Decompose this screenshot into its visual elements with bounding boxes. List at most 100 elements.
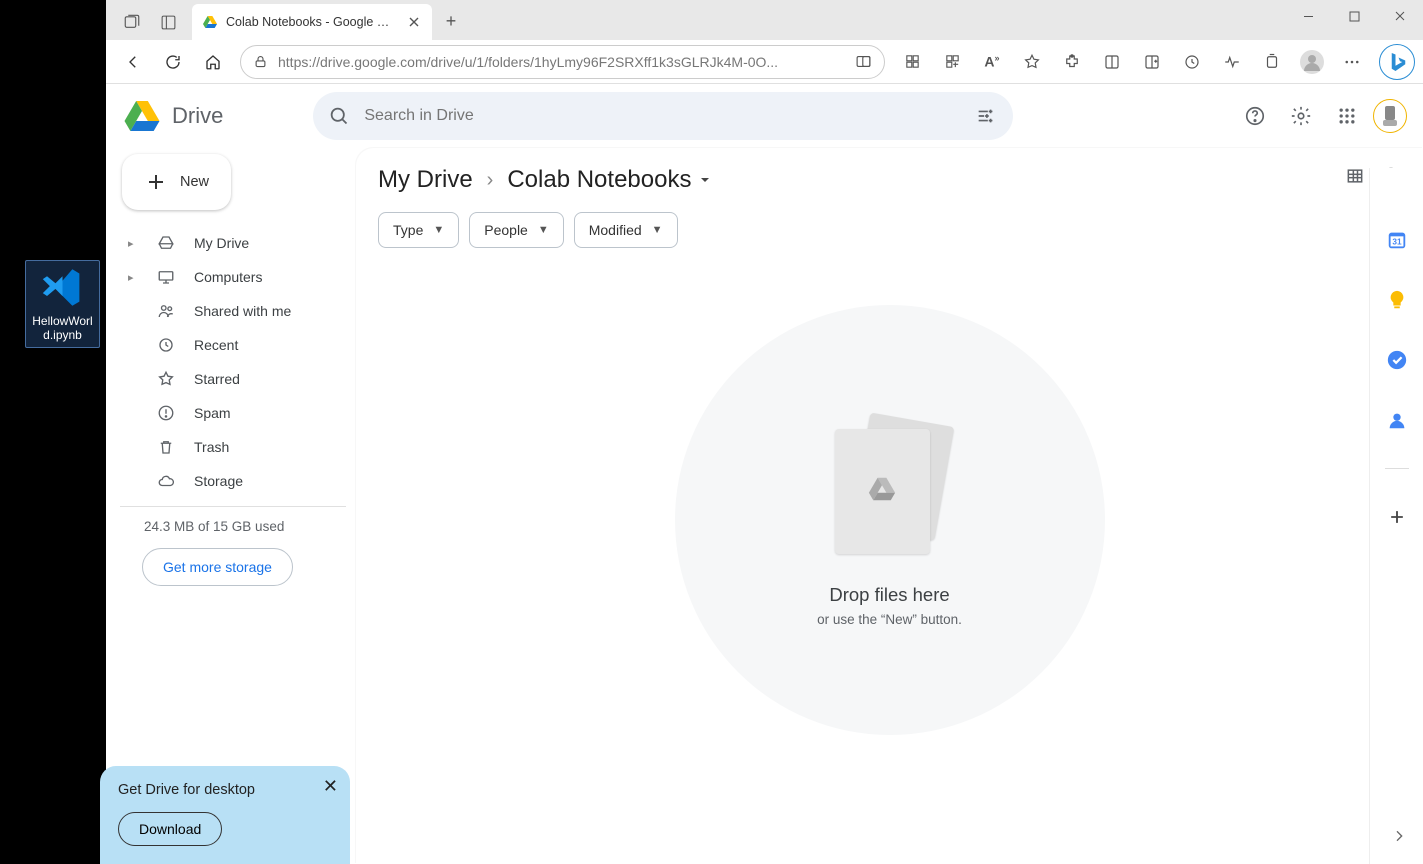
filter-type[interactable]: Type▼ — [378, 212, 459, 248]
get-more-storage-button[interactable]: Get more storage — [142, 548, 293, 586]
sidebar-label: Shared with me — [194, 303, 291, 319]
tab-actions-icon[interactable] — [114, 4, 150, 40]
desktop-file-icon[interactable]: HellowWorld.ipynb — [25, 260, 100, 348]
window-maximize-button[interactable] — [1331, 0, 1377, 32]
empty-subtitle: or use the “New” button. — [817, 612, 962, 627]
window-close-button[interactable] — [1377, 0, 1423, 32]
spam-icon — [156, 404, 176, 422]
storage-usage-text: 24.3 MB of 15 GB used — [120, 506, 346, 548]
sidepanel-keep-icon[interactable] — [1385, 288, 1409, 312]
expand-icon[interactable]: ▸ — [128, 271, 138, 284]
promo-download-button[interactable]: Download — [118, 812, 222, 846]
sidebar-label: Starred — [194, 371, 240, 387]
chevron-down-icon: ▼ — [433, 224, 444, 236]
chevron-down-icon: ▼ — [652, 224, 663, 236]
breadcrumb-root[interactable]: My Drive — [378, 166, 473, 194]
nav-back-button[interactable] — [114, 43, 152, 81]
chevron-down-icon — [699, 174, 711, 186]
apps-grid-icon[interactable] — [1327, 96, 1367, 136]
plus-icon — [144, 170, 168, 194]
window-minimize-button[interactable] — [1285, 0, 1331, 32]
empty-graphic-icon — [825, 414, 955, 564]
svg-text:31: 31 — [1392, 238, 1402, 247]
tab-close-icon[interactable] — [406, 14, 422, 30]
sidepanel-contacts-icon[interactable] — [1385, 408, 1409, 432]
filter-bar: Type▼ People▼ Modified▼ — [378, 212, 1401, 248]
desktop-file-label: HellowWorld.ipynb — [28, 314, 97, 343]
performance-icon[interactable] — [1213, 43, 1251, 81]
sidebar-item-storage[interactable]: Storage — [120, 464, 346, 498]
breadcrumb-current[interactable]: Colab Notebooks — [507, 166, 711, 194]
collections2-icon[interactable] — [1133, 43, 1171, 81]
text-size-icon[interactable]: A» — [973, 43, 1011, 81]
history-icon[interactable] — [1173, 43, 1211, 81]
promo-close-icon[interactable]: ✕ — [323, 776, 338, 797]
sidebar-label: Trash — [194, 439, 229, 455]
settings-icon[interactable] — [1281, 96, 1321, 136]
sidebar-label: Storage — [194, 473, 243, 489]
empty-state[interactable]: Drop files here or use the “New” button. — [675, 305, 1105, 735]
url-text: https://drive.google.com/drive/u/1/folde… — [278, 54, 845, 70]
desktop-promo-card: ✕ Get Drive for desktop Download — [100, 766, 350, 864]
my-drive-icon — [156, 234, 176, 252]
vscode-icon — [40, 265, 85, 310]
chevron-right-icon: › — [487, 169, 494, 192]
sidebar-label: Spam — [194, 405, 231, 421]
sidebar-item-shared[interactable]: Shared with me — [120, 294, 346, 328]
browser-window: Colab Notebooks - Google Drive + https:/… — [106, 0, 1423, 864]
address-bar[interactable]: https://drive.google.com/drive/u/1/folde… — [240, 45, 885, 79]
translate-icon[interactable] — [855, 53, 872, 70]
new-button-label: New — [180, 174, 209, 190]
lock-icon — [253, 54, 268, 69]
favorite-icon[interactable] — [1013, 43, 1051, 81]
ext-grid1-icon[interactable] — [893, 43, 931, 81]
help-icon[interactable] — [1235, 96, 1275, 136]
search-options-icon[interactable] — [975, 105, 997, 127]
content-area: My Drive › Colab Notebooks Type▼ Peopl — [356, 148, 1423, 864]
breadcrumb: My Drive › Colab Notebooks — [378, 166, 1401, 194]
sidebar-item-my-drive[interactable]: ▸ My Drive — [120, 226, 346, 260]
bing-sidebar-icon[interactable] — [1379, 44, 1415, 80]
expand-icon[interactable]: ▸ — [128, 237, 138, 250]
drive-logo-icon[interactable] — [122, 96, 162, 136]
nav-home-button[interactable] — [194, 43, 232, 81]
filter-modified[interactable]: Modified▼ — [574, 212, 678, 248]
browser-tab-strip: Colab Notebooks - Google Drive + — [106, 0, 1423, 40]
ext-grid2-icon[interactable] — [933, 43, 971, 81]
new-button[interactable]: New — [122, 154, 231, 210]
sidepanel-add-icon[interactable] — [1385, 505, 1409, 529]
account-avatar[interactable] — [1373, 99, 1407, 133]
sidebar-item-trash[interactable]: Trash — [120, 430, 346, 464]
filter-people[interactable]: People▼ — [469, 212, 563, 248]
search-icon — [329, 106, 350, 127]
search-input[interactable] — [364, 107, 961, 125]
sidebar-item-starred[interactable]: Starred — [120, 362, 346, 396]
search-box[interactable] — [313, 92, 1013, 140]
more-menu-icon[interactable] — [1333, 43, 1371, 81]
promo-title: Get Drive for desktop — [118, 782, 332, 798]
extensions-icon[interactable] — [1053, 43, 1091, 81]
profile-avatar[interactable] — [1293, 43, 1331, 81]
cloud-icon — [156, 472, 176, 490]
browser-tab-active[interactable]: Colab Notebooks - Google Drive — [192, 4, 432, 40]
screenshot-icon[interactable] — [1253, 43, 1291, 81]
sidebar-label: Recent — [194, 337, 238, 353]
computers-icon — [156, 268, 176, 286]
shared-icon — [156, 302, 176, 320]
sidebar-item-computers[interactable]: ▸ Computers — [120, 260, 346, 294]
recent-icon — [156, 336, 176, 354]
sidebar-item-spam[interactable]: Spam — [120, 396, 346, 430]
trash-icon — [156, 438, 176, 456]
drive-app: Drive — [106, 84, 1423, 864]
new-tab-button[interactable]: + — [436, 6, 466, 36]
sidepanel-collapse-icon[interactable] — [1391, 828, 1407, 844]
nav-refresh-button[interactable] — [154, 43, 192, 81]
layout-toggle-icon[interactable] — [1345, 166, 1365, 186]
drive-sidebar: New ▸ My Drive ▸ Computers — [106, 148, 356, 864]
vertical-tabs-icon[interactable] — [150, 4, 186, 40]
sidepanel-calendar-icon[interactable]: 31 — [1385, 228, 1409, 252]
sidebar-item-recent[interactable]: Recent — [120, 328, 346, 362]
drive-title[interactable]: Drive — [172, 103, 223, 129]
sidepanel-tasks-icon[interactable] — [1385, 348, 1409, 372]
collections-icon[interactable] — [1093, 43, 1131, 81]
